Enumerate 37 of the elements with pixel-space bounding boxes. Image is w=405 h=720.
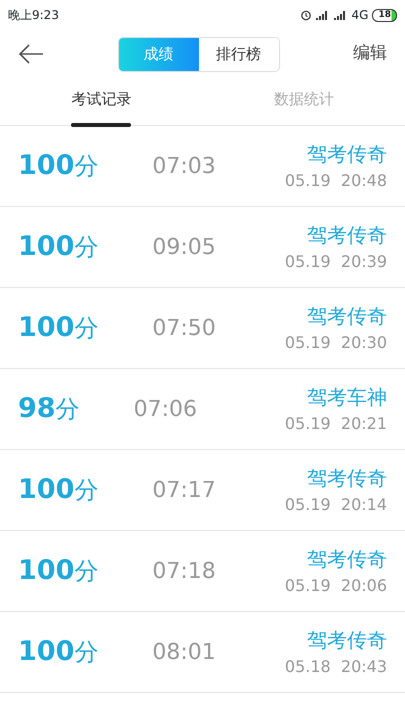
date-text: 05.19 20:14: [284, 494, 387, 516]
duration-text: 07:17: [152, 476, 216, 504]
score-text: 98分: [18, 392, 80, 426]
tab[interactable]: 考试记录: [71, 79, 132, 125]
network-label: 4G: [352, 7, 368, 24]
edit-button[interactable]: 编辑: [353, 41, 387, 67]
date-text: 05.19 20:30: [284, 332, 387, 354]
rank-title: 驾考传奇: [307, 222, 387, 249]
score-text: 100分: [18, 472, 98, 507]
signal-icon: [334, 10, 348, 20]
score-text: 100分: [18, 634, 98, 669]
rank-title: 驾考车神: [307, 384, 387, 411]
duration-text: 07:03: [152, 152, 216, 180]
rank-title: 驾考传奇: [307, 465, 387, 492]
rank-title: 驾考传奇: [307, 627, 387, 654]
rank-title: 驾考传奇: [307, 141, 387, 168]
rank-title: 驾考传奇: [307, 303, 387, 330]
signal-icon: [316, 10, 330, 20]
duration-text: 09:05: [152, 234, 216, 262]
battery-icon: 18: [372, 8, 397, 22]
alarm-icon: [300, 9, 312, 21]
score-text: 100分: [18, 148, 98, 183]
duration-text: 07:50: [152, 314, 216, 342]
status-time: 晚上9:23: [8, 7, 59, 24]
date-text: 05.19 20:21: [284, 413, 387, 435]
back-icon[interactable]: [18, 44, 44, 64]
date-text: 05.19 20:48: [284, 170, 387, 192]
score-text: 100分: [18, 310, 98, 345]
date-text: 05.18 20:43: [284, 656, 387, 678]
score-text: 100分: [18, 554, 98, 588]
duration-text: 08:01: [152, 638, 216, 666]
duration-text: 07:06: [134, 396, 197, 424]
score-text: 100分: [18, 230, 98, 264]
duration-text: 07:18: [152, 558, 216, 586]
date-text: 05.19 20:39: [284, 251, 387, 273]
rank-title: 驾考传奇: [307, 546, 387, 573]
date-text: 05.19 20:06: [284, 575, 387, 597]
